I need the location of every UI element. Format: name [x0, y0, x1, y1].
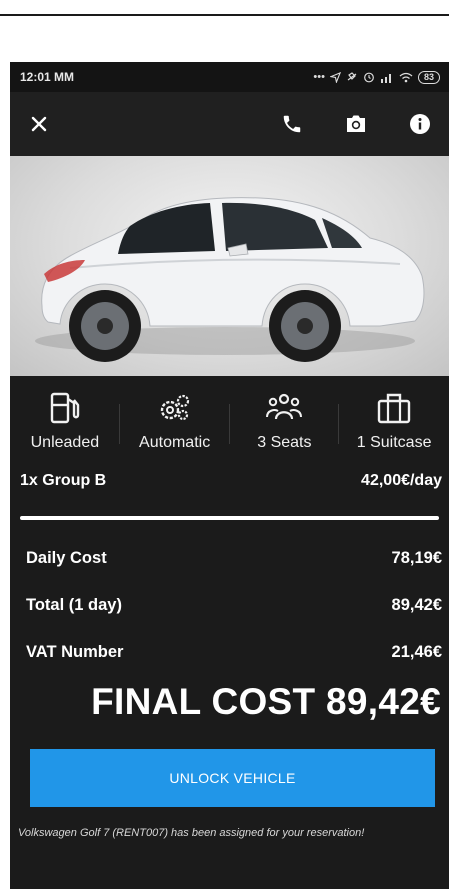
feature-luggage-label: 1 Suitcase — [356, 434, 432, 451]
signal-icon — [380, 73, 391, 83]
cost-row-vat: VAT Number 21,46€ — [26, 634, 442, 671]
vehicle-image — [10, 156, 449, 376]
cost-breakdown: Daily Cost 78,19€ Total (1 day) 89,42€ V… — [10, 540, 449, 671]
info-icon — [410, 114, 430, 134]
feature-fuel: Unleaded — [10, 390, 120, 478]
feature-fuel-label: Unleaded — [30, 434, 100, 451]
cost-row-total: Total (1 day) 89,42€ — [26, 587, 442, 624]
feature-luggage: 1 Suitcase — [339, 390, 449, 478]
cost-value: 89,42€ — [391, 596, 442, 614]
top-divider — [0, 14, 449, 16]
cost-row-daily: Daily Cost 78,19€ — [26, 540, 442, 577]
cost-value: 21,46€ — [391, 643, 442, 661]
status-bar: 12:01 MM ••• 83 — [10, 62, 449, 92]
feature-transmission-label: Automatic — [139, 434, 211, 451]
camera-icon — [347, 115, 365, 132]
close-icon — [31, 116, 47, 132]
info-button[interactable] — [407, 111, 433, 137]
phone-screen: 12:01 MM ••• 83 Unleaded Automatic 3 Sea… — [10, 62, 449, 889]
battery-indicator: 83 — [417, 70, 440, 84]
status-time: 12:01 MM — [20, 70, 75, 84]
app-bar — [10, 92, 449, 156]
fuel-pump-icon — [50, 392, 80, 424]
suitcase-icon — [377, 393, 411, 424]
more-dots-icon: ••• — [313, 71, 325, 83]
section-divider — [20, 516, 439, 520]
cost-label: Total (1 day) — [26, 596, 122, 614]
unlock-vehicle-button[interactable]: UNLOCK VEHICLE — [30, 749, 435, 807]
wifi-icon — [399, 72, 413, 82]
cost-label: Daily Cost — [26, 549, 107, 567]
status-icons: ••• 83 — [313, 70, 440, 84]
feature-seats: 3 Seats — [230, 390, 340, 478]
phone-icon — [283, 115, 301, 133]
camera-button[interactable] — [343, 111, 369, 137]
mute-icon — [347, 72, 357, 81]
gears-icon — [160, 394, 189, 421]
people-icon — [266, 393, 303, 420]
call-button[interactable] — [279, 111, 305, 137]
feature-seats-label: 3 Seats — [257, 434, 312, 451]
close-button[interactable] — [26, 111, 52, 137]
alarm-icon — [364, 72, 374, 83]
cost-label: VAT Number — [26, 643, 124, 661]
feature-transmission: Automatic — [120, 390, 230, 478]
vehicle-features: Unleaded Automatic 3 Seats 1 Suitcase — [10, 376, 449, 478]
location-icon — [329, 71, 341, 83]
assignment-message: Volkswagen Golf 7 (RENT007) has been ass… — [18, 827, 365, 839]
car-illustration — [35, 197, 425, 362]
cost-value: 78,19€ — [391, 549, 442, 567]
final-cost: FINAL COST 89,42€ — [91, 681, 441, 722]
